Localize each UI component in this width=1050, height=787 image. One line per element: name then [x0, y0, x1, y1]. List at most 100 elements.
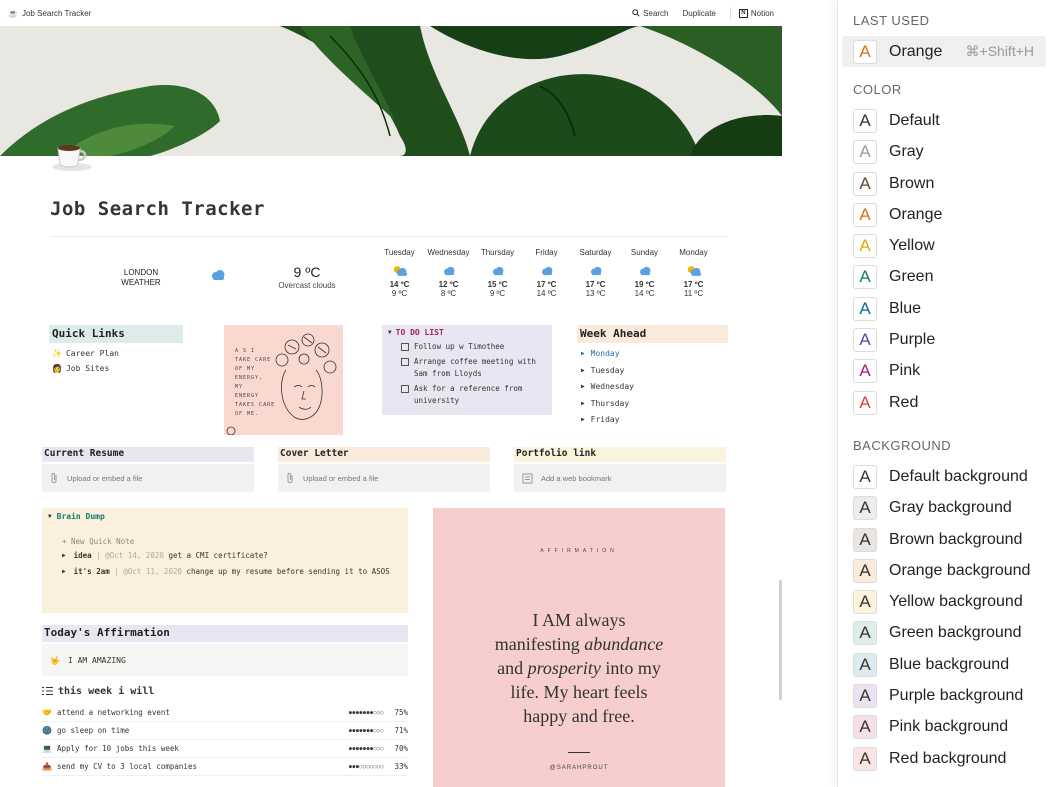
- current-weather: 9 ºC Overcast clouds: [266, 264, 348, 290]
- new-quick-note-button[interactable]: + New Quick Note: [62, 537, 402, 546]
- link-career-plan[interactable]: ✨ Career Plan: [49, 349, 183, 358]
- forecast-day-name: Wednesday: [427, 248, 470, 257]
- coffee-cup-icon: ☕: [8, 8, 18, 18]
- menu-item-yellow[interactable]: A Yellow: [842, 230, 1046, 261]
- habit-row[interactable]: 📤 send my CV to 3 local companies ●●●○○○○○…: [42, 758, 408, 776]
- cover-letter: Cover Letter Upload or embed a file: [278, 447, 490, 492]
- menu-item-gray[interactable]: A Gray: [842, 137, 1046, 168]
- checkbox[interactable]: [401, 358, 409, 366]
- checkbox[interactable]: [401, 385, 409, 393]
- keyboard-shortcut: ⌘+Shift+H: [965, 43, 1034, 60]
- week-days-list: ▶ Monday ▶ Tuesday ▶ Wednesday ▶ Thursday ▶ Frida…: [577, 348, 728, 426]
- top-bar: ☕ Job Search Tracker Search Duplicate N …: [0, 0, 782, 26]
- portfolio-bookmark[interactable]: Add a web bookmark: [514, 464, 726, 492]
- weather-location: LONDON WEATHER: [100, 268, 182, 288]
- affirmation-quote: I AM always manifesting abundance and pros…: [433, 608, 725, 728]
- breadcrumb[interactable]: ☕ Job Search Tracker: [8, 9, 632, 18]
- bookmark-placeholder: Add a web bookmark: [541, 473, 612, 483]
- text-color-a-icon: A: [853, 390, 877, 415]
- habit-progress-percent: 75%: [394, 708, 408, 717]
- text-color-a-icon: A: [853, 265, 877, 290]
- divider: [729, 7, 731, 19]
- woman-icon: 👩: [52, 364, 62, 373]
- menu-item-last-used-orange[interactable]: A Orange ⌘+Shift+H: [842, 36, 1046, 68]
- forecast-day-name: Saturday: [579, 248, 612, 257]
- todo-toggle[interactable]: ▼ TO DO LIST: [388, 328, 546, 337]
- notion-button[interactable]: N Notion: [738, 8, 774, 18]
- todo-item[interactable]: Ask for a reference from university: [401, 383, 546, 407]
- menu-item-gray-background[interactable]: A Gray background: [842, 493, 1046, 524]
- menu-item-pink[interactable]: A Pink: [842, 356, 1046, 387]
- link-job-sites[interactable]: 👩 Job Sites: [49, 364, 183, 373]
- habit-progress-percent: 70%: [394, 744, 408, 753]
- brain-dump-item[interactable]: ▶ idea | @Oct 14, 2020 get a CMI certifi…: [62, 550, 402, 562]
- note-text: change up my resume before sending it to…: [186, 567, 390, 576]
- cloud-icon: [522, 262, 571, 280]
- brain-dump-item[interactable]: ▶ it's 2am | @Oct 11, 2020 change up my …: [62, 566, 402, 578]
- search-button[interactable]: Search: [632, 9, 669, 18]
- forecast-low: 11 ºC: [683, 289, 704, 298]
- menu-item-purple-background[interactable]: A Purple background: [842, 680, 1046, 711]
- cover-upload[interactable]: Upload or embed a file: [278, 464, 490, 492]
- menu-item-brown[interactable]: A Brown: [842, 168, 1046, 199]
- forecast-low: 14 ºC: [536, 289, 557, 298]
- duplicate-button[interactable]: Duplicate: [683, 9, 716, 18]
- sun-cloud-icon: [669, 262, 718, 280]
- menu-item-orange[interactable]: A Orange: [842, 199, 1046, 230]
- week-day-monday[interactable]: ▶ Monday: [581, 348, 728, 360]
- menu-item-purple[interactable]: A Purple: [842, 324, 1046, 355]
- resume-upload[interactable]: Upload or embed a file: [42, 464, 254, 492]
- habit-progress-percent: 33%: [394, 762, 408, 771]
- habit-label: go sleep on time: [57, 726, 130, 735]
- todo-item[interactable]: Follow up w Timothee: [401, 341, 546, 353]
- habit-row[interactable]: 🌚 go sleep on time ●●●●●●●○○○ 71%: [42, 722, 408, 740]
- menu-item-label: Purple background: [889, 686, 1024, 704]
- habit-emoji-icon: 💻: [42, 744, 52, 753]
- menu-item-red[interactable]: A Red: [842, 387, 1046, 418]
- cloud-icon: [571, 262, 620, 280]
- toggle-closed-icon: ▶: [581, 383, 585, 391]
- menu-item-orange-background[interactable]: A Orange background: [842, 555, 1046, 586]
- affirmation-callout[interactable]: 🤟 I AM AMAZING: [42, 644, 408, 676]
- page-icon[interactable]: [50, 138, 94, 177]
- week-day-label: Friday: [590, 415, 620, 425]
- menu-item-pink-background[interactable]: A Pink background: [842, 712, 1046, 743]
- note-date: @Oct 14, 2020: [105, 551, 164, 560]
- brain-dump-toggle[interactable]: ▼ Brain Dump: [48, 512, 402, 521]
- menu-item-red-background[interactable]: A Red background: [842, 743, 1046, 774]
- menu-item-label: Yellow: [889, 237, 935, 255]
- week-day-wednesday[interactable]: ▶ Wednesday: [581, 381, 728, 393]
- forecast-day: Monday 17 ºC 11 ºC: [669, 248, 718, 298]
- divider: [568, 752, 590, 753]
- menu-item-green[interactable]: A Green: [842, 262, 1046, 293]
- menu-item-brown-background[interactable]: A Brown background: [842, 524, 1046, 555]
- menu-item-default-background[interactable]: A Default background: [842, 461, 1046, 492]
- habit-label: send my CV to 3 local companies: [57, 762, 197, 771]
- todo-item[interactable]: Arrange coffee meeting with Sam from Llo…: [401, 356, 546, 380]
- week-day-label: Wednesday: [590, 382, 634, 392]
- menu-item-default[interactable]: A Default: [842, 105, 1046, 136]
- menu-item-label: Green: [889, 268, 934, 286]
- habit-emoji-icon: 🌚: [42, 726, 52, 735]
- forecast-low: 9 ºC: [489, 289, 506, 298]
- todo-text: Follow up w Timothee: [414, 342, 505, 351]
- forecast-low: 13 ºC: [585, 289, 606, 298]
- habit-emoji-icon: 🤝: [42, 708, 52, 717]
- menu-item-green-background[interactable]: A Green background: [842, 618, 1046, 649]
- scrollbar[interactable]: [779, 580, 782, 700]
- text-color-a-icon: A: [853, 234, 877, 259]
- menu-item-yellow-background[interactable]: A Yellow background: [842, 586, 1046, 617]
- checkbox[interactable]: [401, 343, 409, 351]
- cloud-icon: [210, 268, 226, 286]
- habit-row[interactable]: 💻 Apply for 10 jobs this week ●●●●●●●○○○ 70…: [42, 740, 408, 758]
- menu-item-blue-background[interactable]: A Blue background: [842, 649, 1046, 680]
- text-color-a-icon: A: [853, 39, 877, 64]
- forecast-day-name: Monday: [679, 248, 708, 257]
- current-temp: 9 ºC: [293, 264, 321, 280]
- background-color-a-icon: A: [853, 527, 877, 552]
- week-day-friday[interactable]: ▶ Friday: [581, 414, 728, 426]
- menu-item-blue[interactable]: A Blue: [842, 293, 1046, 324]
- week-day-tuesday[interactable]: ▶ Tuesday: [581, 365, 728, 377]
- week-day-thursday[interactable]: ▶ Thursday: [581, 398, 728, 410]
- habit-row[interactable]: 🤝 attend a networking event ●●●●●●●○○○ 75%: [42, 704, 408, 722]
